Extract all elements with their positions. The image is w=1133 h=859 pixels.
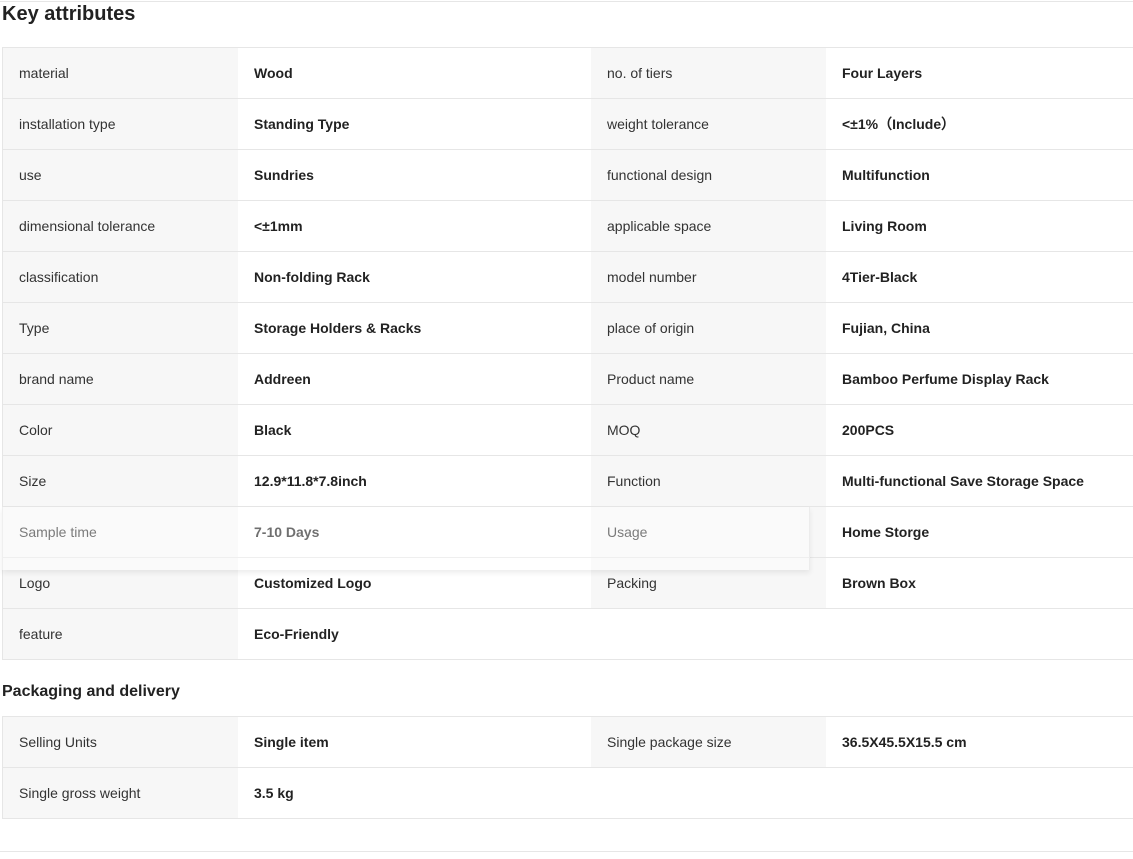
- table-row: Size 12.9*11.8*7.8inch Function Multi-funct…: [3, 456, 1133, 507]
- table-row: Logo Customized Logo Packing Brown Box: [3, 558, 1133, 609]
- attribute-name: Size: [3, 456, 238, 506]
- attribute-name: Function: [591, 456, 826, 506]
- attribute-name: [591, 768, 826, 818]
- packaging-table: Selling Units Single item Single package s…: [2, 716, 1133, 819]
- packaging-title: Packaging and delivery: [2, 683, 180, 700]
- attribute-name: Usage: [591, 507, 826, 557]
- table-row: classification Non-folding Rack model numb…: [3, 252, 1133, 303]
- attribute-name: place of origin: [591, 303, 826, 353]
- attribute-name: dimensional tolerance: [3, 201, 238, 251]
- table-row: feature Eco-Friendly: [3, 609, 1133, 660]
- table-row: Sample time 7-10 Days Usage Home Storge: [3, 507, 1133, 558]
- attribute-value: Black: [238, 405, 591, 455]
- attribute-value: Bamboo Perfume Display Rack: [826, 354, 1133, 404]
- key-attributes-title: Key attributes: [2, 3, 136, 25]
- table-row: material Wood no. of tiers Four Layers: [3, 48, 1133, 99]
- attribute-name: weight tolerance: [591, 99, 826, 149]
- attribute-name: Packing: [591, 558, 826, 608]
- attribute-name: Logo: [3, 558, 238, 608]
- table-row: Color Black MOQ 200PCS: [3, 405, 1133, 456]
- attribute-value: 7-10 Days: [238, 507, 591, 557]
- attribute-value: Fujian, China: [826, 303, 1133, 353]
- attribute-name: Product name: [591, 354, 826, 404]
- key-attributes-table: material Wood no. of tiers Four Layers insta…: [2, 47, 1133, 660]
- attribute-name: classification: [3, 252, 238, 302]
- attribute-value: 3.5 kg: [238, 768, 591, 818]
- attribute-name: MOQ: [591, 405, 826, 455]
- table-row: Selling Units Single item Single package s…: [3, 717, 1133, 768]
- attribute-name: feature: [3, 609, 238, 659]
- attribute-value: Non-folding Rack: [238, 252, 591, 302]
- table-row: use Sundries functional design Multifunctio…: [3, 150, 1133, 201]
- attribute-name: functional design: [591, 150, 826, 200]
- attribute-name: use: [3, 150, 238, 200]
- attribute-name: Selling Units: [3, 717, 238, 767]
- attribute-value: 12.9*11.8*7.8inch: [238, 456, 591, 506]
- attribute-value: Addreen: [238, 354, 591, 404]
- attribute-value: Storage Holders & Racks: [238, 303, 591, 353]
- attribute-value: Multifunction: [826, 150, 1133, 200]
- attribute-value: Standing Type: [238, 99, 591, 149]
- attribute-name: brand name: [3, 354, 238, 404]
- attribute-value: Home Storge: [826, 507, 1133, 557]
- attribute-name: model number: [591, 252, 826, 302]
- table-row: dimensional tolerance <±1mm applicable spa…: [3, 201, 1133, 252]
- table-row: Single gross weight 3.5 kg: [3, 768, 1133, 819]
- attribute-value: Four Layers: [826, 48, 1133, 98]
- attribute-value: Eco-Friendly: [238, 609, 591, 659]
- attribute-name: Type: [3, 303, 238, 353]
- attribute-value: Wood: [238, 48, 591, 98]
- attribute-value: [826, 768, 1133, 818]
- attribute-value: Sundries: [238, 150, 591, 200]
- attribute-value: 4Tier-Black: [826, 252, 1133, 302]
- attribute-name: applicable space: [591, 201, 826, 251]
- attribute-value: 36.5X45.5X15.5 cm: [826, 717, 1133, 767]
- attribute-name: Color: [3, 405, 238, 455]
- attribute-value: <±1mm: [238, 201, 591, 251]
- attribute-name: Single package size: [591, 717, 826, 767]
- attribute-name: Single gross weight: [3, 768, 238, 818]
- attribute-value: Customized Logo: [238, 558, 591, 608]
- attribute-value: Multi-functional Save Storage Space: [826, 456, 1133, 506]
- table-row: Type Storage Holders & Racks place of orig…: [3, 303, 1133, 354]
- table-row: installation type Standing Type weight tol…: [3, 99, 1133, 150]
- attribute-name: [591, 609, 826, 659]
- attribute-value: <±1%（Include）: [826, 99, 1133, 149]
- attribute-name: installation type: [3, 99, 238, 149]
- attribute-name: material: [3, 48, 238, 98]
- attribute-name: Sample time: [3, 507, 238, 557]
- attribute-value: [826, 609, 1133, 659]
- attribute-value: 200PCS: [826, 405, 1133, 455]
- top-divider: [0, 1, 1133, 2]
- bottom-divider: [0, 851, 1133, 852]
- attribute-name: no. of tiers: [591, 48, 826, 98]
- attribute-value: Brown Box: [826, 558, 1133, 608]
- attribute-value: Living Room: [826, 201, 1133, 251]
- attribute-value: Single item: [238, 717, 591, 767]
- table-row: brand name Addreen Product name Bamboo Perf…: [3, 354, 1133, 405]
